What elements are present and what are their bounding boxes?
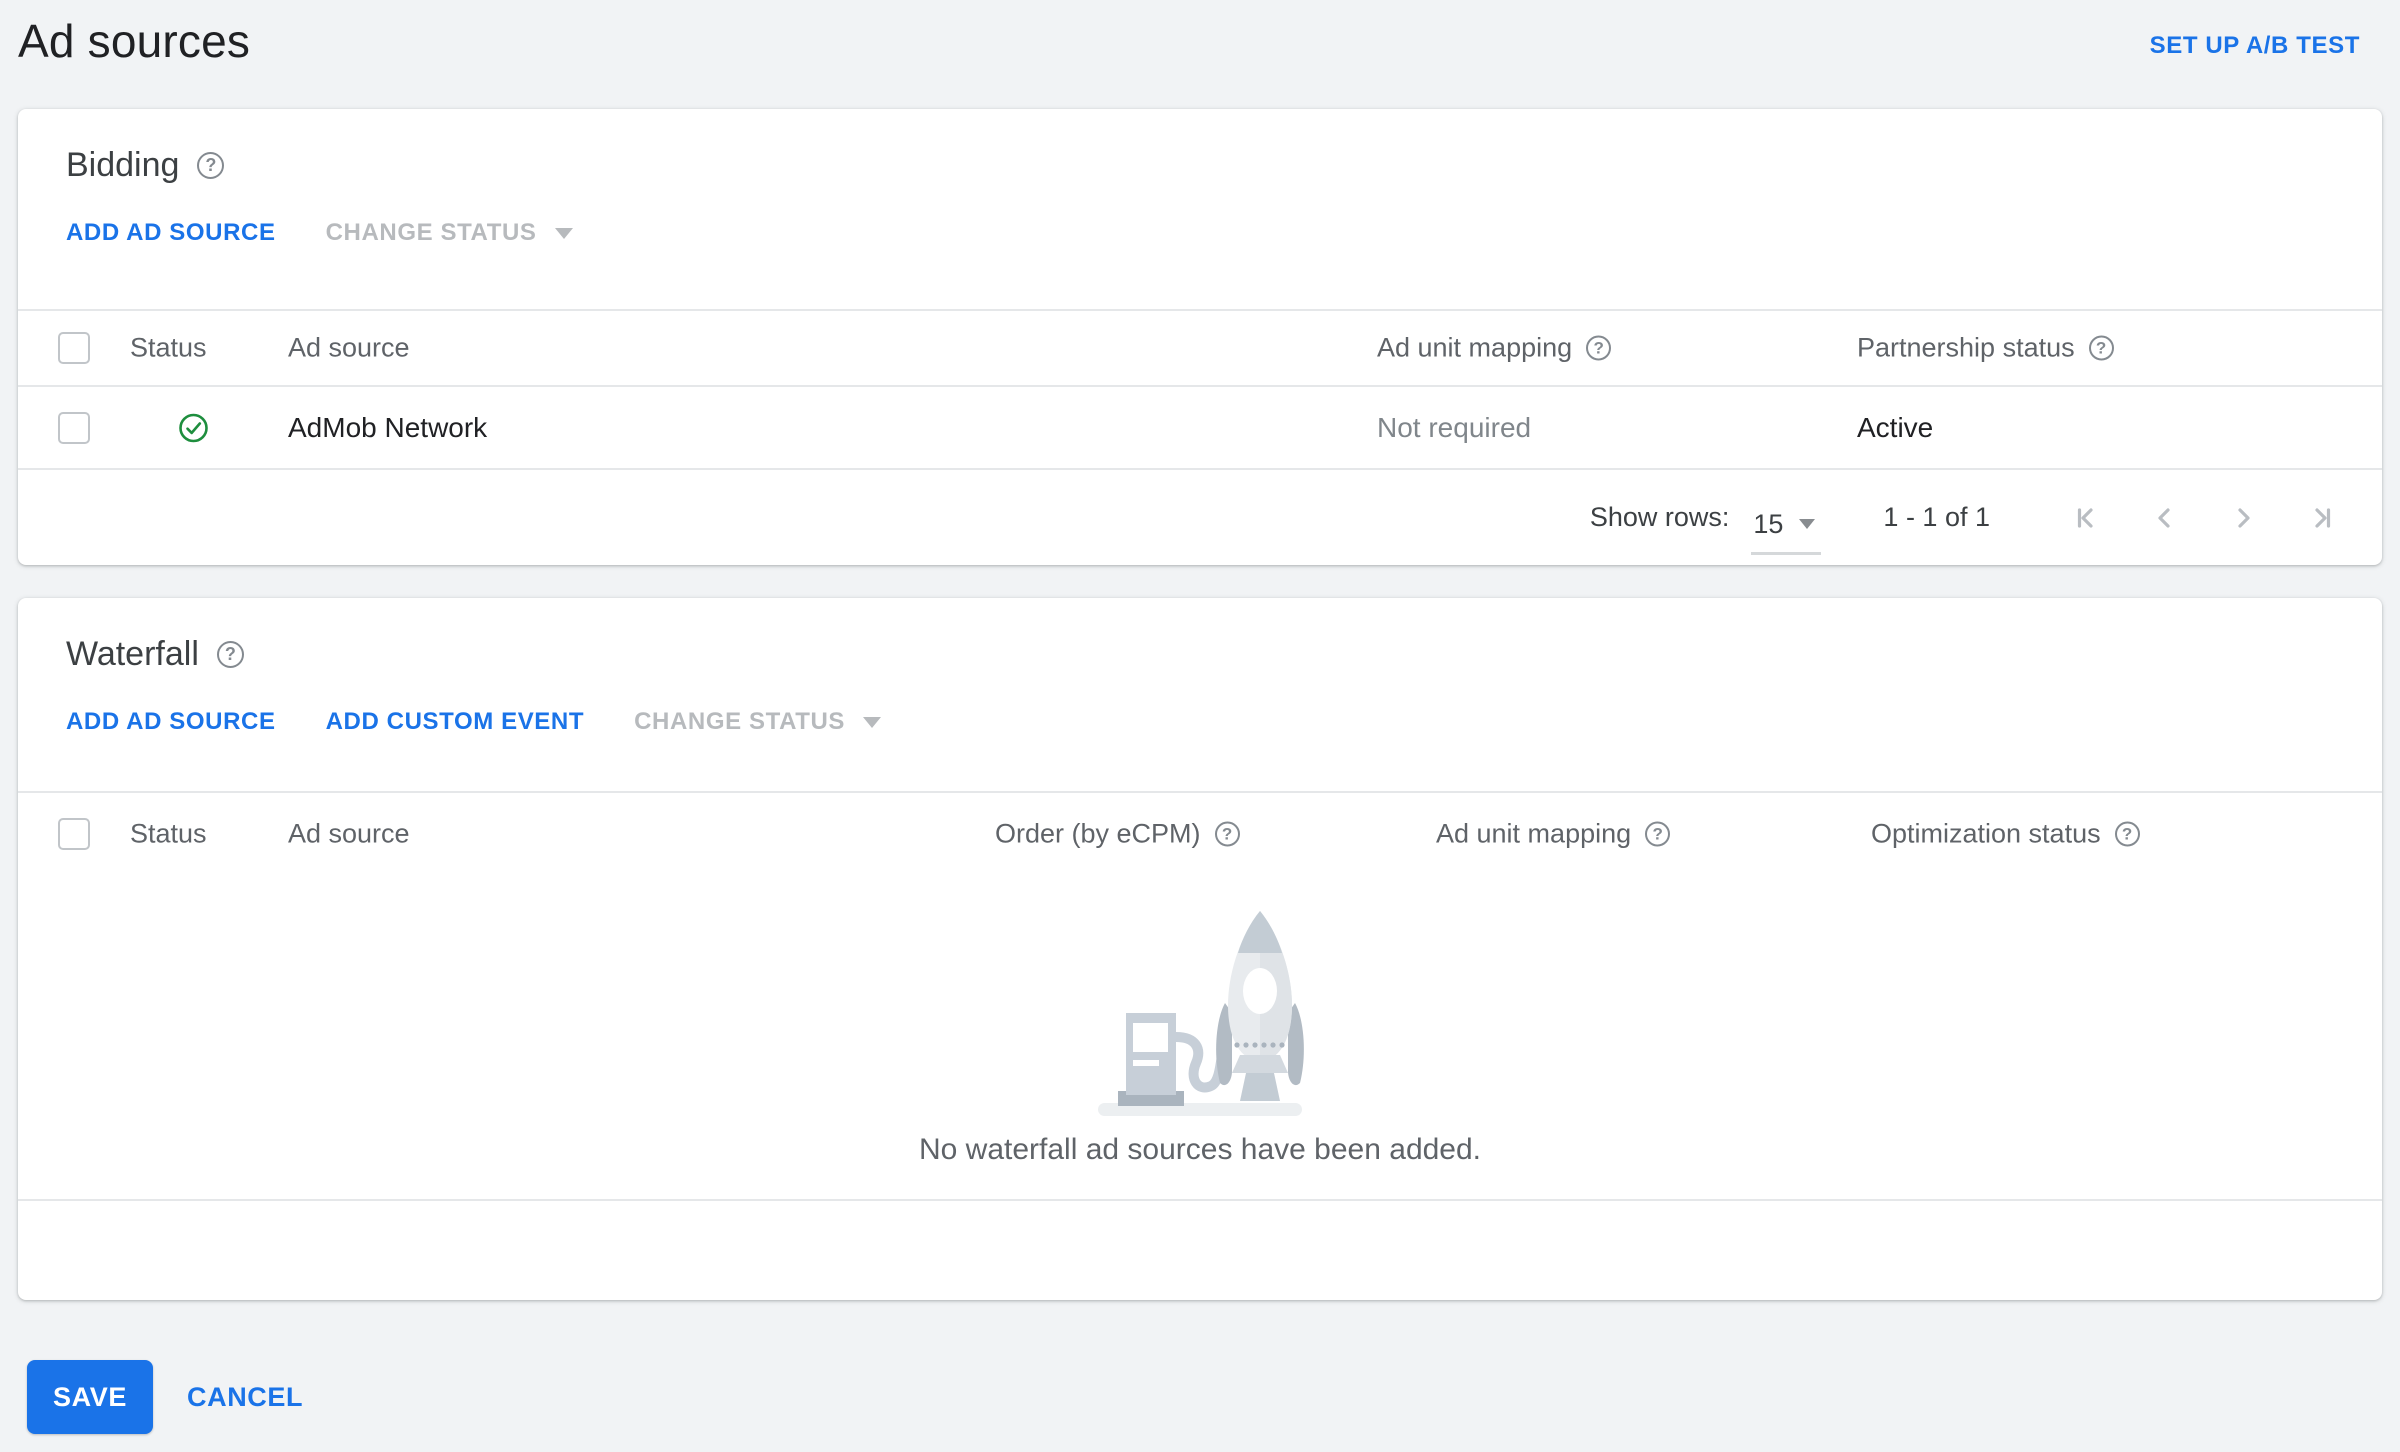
- set-up-ab-test-button[interactable]: SET UP A/B TEST: [2150, 32, 2360, 60]
- show-rows-value: 15: [1753, 508, 1784, 539]
- waterfall-actions: ADD AD SOURCE ADD CUSTOM EVENT CHANGE ST…: [18, 676, 2382, 740]
- bidding-header-status: Status: [130, 332, 207, 363]
- waterfall-table: Status Ad source Order (by eCPM) Ad unit…: [18, 791, 2382, 875]
- help-icon[interactable]: [2114, 821, 2140, 847]
- first-page-icon[interactable]: [2048, 498, 2126, 538]
- waterfall-add-ad-source-button[interactable]: ADD AD SOURCE: [66, 708, 276, 736]
- bidding-table-header-row: Status Ad source Ad unit mapping Partner…: [18, 309, 2382, 385]
- waterfall-header-status: Status: [130, 818, 207, 849]
- page-range: 1 - 1 of 1: [1883, 502, 1990, 532]
- bidding-header-ad-source: Ad source: [288, 332, 410, 363]
- bidding-section-head: Bidding: [18, 109, 2382, 187]
- table-row: AdMob Network Not required Active: [18, 385, 2382, 468]
- waterfall-change-status-button: CHANGE STATUS: [634, 708, 882, 736]
- waterfall-title: Waterfall: [66, 634, 199, 673]
- select-all-checkbox[interactable]: [58, 818, 90, 850]
- chevron-down-icon: [863, 716, 882, 728]
- bidding-actions: ADD AD SOURCE CHANGE STATUS: [18, 187, 2382, 251]
- page-header: Ad sources SET UP A/B TEST: [0, 0, 2400, 109]
- waterfall-header-ad-source: Ad source: [288, 818, 410, 849]
- ad-unit-mapping-value: Not required: [1377, 411, 1532, 443]
- show-rows-label: Show rows:: [1589, 502, 1730, 532]
- next-page-icon[interactable]: [2204, 498, 2282, 538]
- partnership-status-value: Active: [1857, 411, 1934, 443]
- waterfall-section-head: Waterfall: [18, 598, 2382, 676]
- bidding-card: Bidding ADD AD SOURCE CHANGE STATUS Stat…: [18, 109, 2382, 565]
- bidding-table: Status Ad source Ad unit mapping Partner…: [18, 309, 2382, 468]
- chevron-down-icon: [554, 227, 573, 239]
- bidding-title: Bidding: [66, 145, 180, 184]
- help-icon[interactable]: [1586, 335, 1612, 361]
- chevron-down-icon: [1799, 519, 1816, 529]
- ad-source-name[interactable]: AdMob Network: [288, 412, 487, 444]
- bidding-add-ad-source-button[interactable]: ADD AD SOURCE: [66, 219, 276, 247]
- waterfall-header-optimization-status: Optimization status: [1871, 819, 2140, 850]
- row-checkbox[interactable]: [58, 411, 90, 444]
- footer-actions: SAVE CANCEL: [0, 1300, 2400, 1434]
- last-page-icon[interactable]: [2282, 498, 2360, 538]
- waterfall-table-header-row: Status Ad source Order (by eCPM) Ad unit…: [18, 791, 2382, 875]
- waterfall-header-order: Order (by eCPM): [995, 819, 1240, 850]
- help-icon[interactable]: [2088, 335, 2114, 361]
- waterfall-header-ad-unit-mapping-label: Ad unit mapping: [1436, 818, 1632, 849]
- cancel-button[interactable]: CANCEL: [187, 1382, 303, 1413]
- waterfall-empty-message: No waterfall ad sources have been added.: [918, 1133, 1482, 1166]
- bidding-header-partnership-status-label: Partnership status: [1857, 332, 2075, 363]
- pager: [2048, 498, 2360, 538]
- waterfall-change-status-label: CHANGE STATUS: [634, 708, 846, 735]
- bidding-header-partnership-status: Partnership status: [1857, 333, 2114, 364]
- waterfall-header-ad-unit-mapping: Ad unit mapping: [1436, 818, 1671, 850]
- bidding-change-status-button: CHANGE STATUS: [326, 219, 573, 247]
- waterfall-add-custom-event-button[interactable]: ADD CUSTOM EVENT: [326, 708, 585, 736]
- previous-page-icon[interactable]: [2126, 498, 2204, 538]
- rocket-fuel-pump-illustration: [1098, 911, 1304, 1116]
- save-button[interactable]: SAVE: [27, 1360, 153, 1434]
- help-icon[interactable]: [197, 151, 225, 179]
- waterfall-header-order-label: Order (by eCPM): [995, 818, 1201, 849]
- help-icon[interactable]: [1645, 821, 1671, 847]
- bidding-header-ad-unit-mapping: Ad unit mapping: [1377, 332, 1612, 364]
- select-all-checkbox[interactable]: [58, 332, 90, 364]
- help-icon[interactable]: [1214, 821, 1240, 847]
- bidding-change-status-label: CHANGE STATUS: [325, 219, 537, 246]
- page-title: Ad sources: [18, 15, 251, 67]
- active-check-circle-icon: [178, 412, 209, 443]
- waterfall-card: Waterfall ADD AD SOURCE ADD CUSTOM EVENT…: [18, 598, 2382, 1300]
- help-icon[interactable]: [216, 640, 244, 668]
- waterfall-footer: [18, 1199, 2382, 1300]
- waterfall-header-optimization-status-label: Optimization status: [1871, 818, 2101, 849]
- waterfall-empty-state: No waterfall ad sources have been added.: [18, 875, 2382, 1199]
- bidding-header-ad-unit-mapping-label: Ad unit mapping: [1377, 332, 1573, 363]
- bidding-pagination: Show rows: 15 1 - 1 of 1: [18, 468, 2382, 565]
- show-rows-select[interactable]: 15: [1751, 507, 1822, 555]
